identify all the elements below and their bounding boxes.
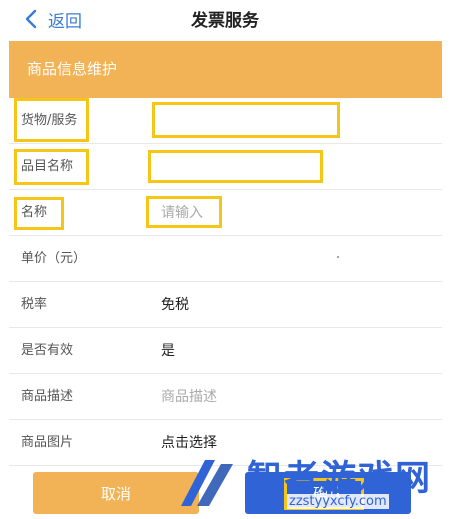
unit-price-label: 单价（元） xyxy=(21,251,87,266)
input-cursor-dot xyxy=(337,256,339,258)
watermark-url: zzstyyxcfy.com xyxy=(287,494,389,509)
section-header: 商品信息维护 xyxy=(9,41,442,98)
is-valid-value[interactable]: 是 xyxy=(161,328,175,374)
watermark: 智者游戏网 zzstyyxcfy.com xyxy=(175,448,450,519)
highlight-category-label xyxy=(14,149,89,185)
row-unit-price[interactable]: 单价（元） xyxy=(9,236,442,282)
highlight-goods-service-label xyxy=(14,98,89,142)
product-image-label: 商品图片 xyxy=(21,435,74,450)
row-name[interactable]: 名称 请输入 xyxy=(9,190,442,236)
is-valid-label: 是否有效 xyxy=(21,343,74,358)
page-title: 发票服务 xyxy=(191,11,259,31)
row-description[interactable]: 商品描述 商品描述 xyxy=(9,374,442,420)
highlight-goods-service-input xyxy=(152,102,340,138)
highlight-name-label xyxy=(14,197,64,230)
tax-rate-label: 税率 xyxy=(21,297,48,312)
nav-bar: 返回 发票服务 xyxy=(0,0,450,38)
row-tax-rate[interactable]: 税率 免税 xyxy=(9,282,442,328)
description-input[interactable]: 商品描述 xyxy=(161,374,217,420)
tax-rate-value[interactable]: 免税 xyxy=(161,282,189,328)
highlight-category-input xyxy=(148,150,323,183)
highlight-name-input xyxy=(146,196,222,228)
description-label: 商品描述 xyxy=(21,389,74,404)
watermark-logo-icon xyxy=(181,460,233,506)
row-is-valid[interactable]: 是否有效 是 xyxy=(9,328,442,374)
